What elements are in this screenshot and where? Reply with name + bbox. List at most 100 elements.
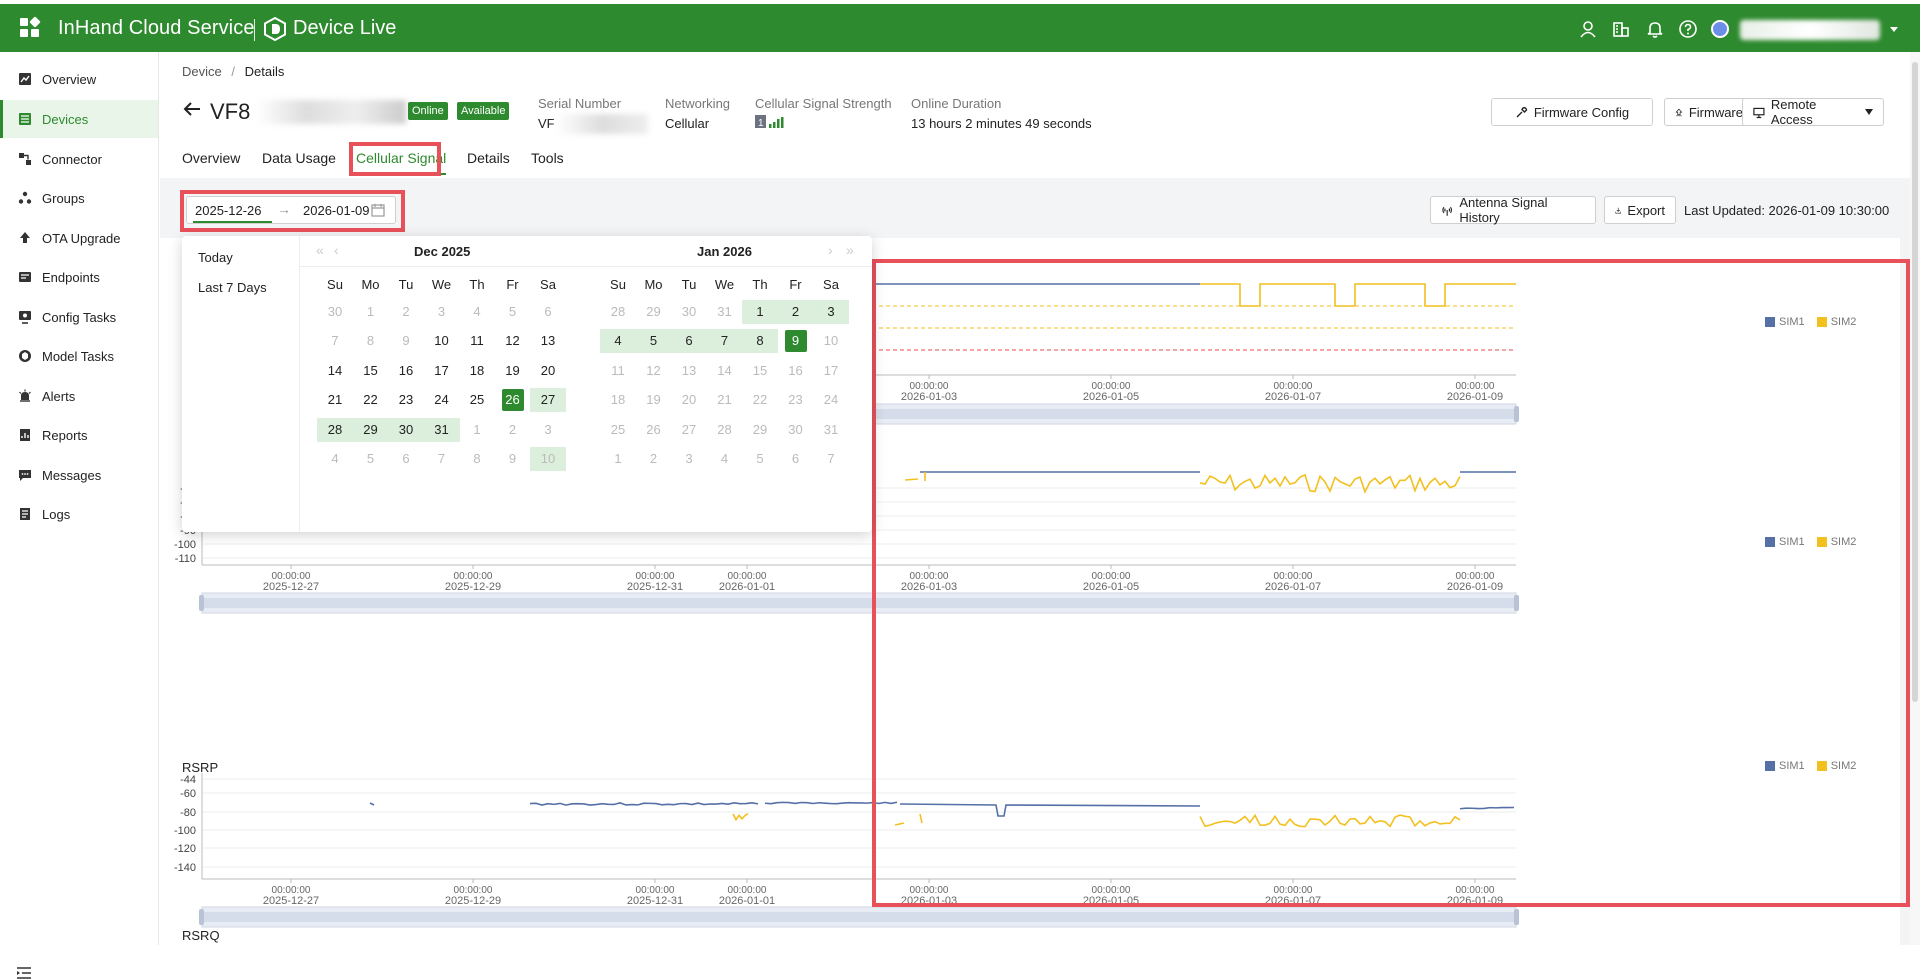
calendar-day[interactable]: 23: [778, 388, 814, 412]
app-grid-icon[interactable]: [20, 16, 41, 38]
calendar-day[interactable]: 5: [353, 447, 389, 471]
calendar-day[interactable]: 30: [671, 300, 707, 324]
calendar-day[interactable]: 29: [636, 300, 672, 324]
legend-sim2[interactable]: SIM2: [1831, 316, 1857, 328]
calendar-day[interactable]: 28: [707, 418, 743, 442]
calendar-day[interactable]: 8: [353, 329, 389, 353]
calendar-day[interactable]: 11: [459, 329, 495, 353]
firmware-button[interactable]: Firmware: [1664, 98, 1754, 126]
calendar-day[interactable]: 20: [530, 359, 566, 383]
sidebar-item-logs[interactable]: Logs: [0, 495, 158, 533]
calendar-day[interactable]: 8: [742, 329, 778, 354]
sidebar-item-overview[interactable]: Overview: [0, 60, 158, 98]
calendar-day[interactable]: 10: [813, 329, 849, 353]
avatar[interactable]: [1711, 20, 1729, 38]
calendar-day[interactable]: 21: [317, 388, 353, 412]
calendar-day[interactable]: 13: [530, 329, 566, 353]
calendar-day[interactable]: 14: [707, 359, 743, 383]
calendar-day[interactable]: 30: [388, 417, 424, 442]
calendar-day[interactable]: 27: [530, 388, 566, 413]
start-date-input[interactable]: 2025-12-26: [193, 203, 271, 223]
calendar-day[interactable]: 4: [317, 447, 353, 471]
tab-overview[interactable]: Overview: [182, 150, 240, 166]
remote-access-dropdown[interactable]: Remote Access: [1742, 97, 1884, 127]
calendar-day[interactable]: 10: [424, 329, 460, 353]
calendar-day[interactable]: 24: [813, 388, 849, 412]
calendar-day[interactable]: 28: [317, 417, 353, 442]
collapse-menu-icon[interactable]: [16, 966, 32, 980]
calendar-day[interactable]: 4: [459, 300, 495, 324]
calendar-day[interactable]: 12: [636, 359, 672, 383]
user-name-redacted[interactable]: [1740, 20, 1880, 40]
calendar-day[interactable]: 18: [600, 388, 636, 412]
calendar-day[interactable]: 3: [530, 418, 566, 442]
calendar-day[interactable]: 2: [636, 447, 672, 471]
calendar-day[interactable]: 3: [813, 300, 849, 324]
sidebar-item-config-tasks[interactable]: Config Tasks: [0, 298, 158, 336]
next-year-icon[interactable]: »: [846, 242, 854, 258]
calendar-day[interactable]: 19: [495, 359, 531, 383]
calendar-day[interactable]: 18: [459, 359, 495, 383]
legend-sim1[interactable]: SIM1: [1779, 536, 1805, 548]
calendar-day[interactable]: 28: [600, 300, 636, 324]
calendar-day[interactable]: 31: [707, 300, 743, 324]
calendar-day[interactable]: 30: [317, 300, 353, 324]
calendar-day[interactable]: 15: [353, 359, 389, 383]
date-range-picker[interactable]: 2025-12-26 → 2026-01-09: [186, 196, 396, 224]
tab-data-usage[interactable]: Data Usage: [262, 150, 336, 166]
next-month-icon[interactable]: ›: [828, 242, 833, 258]
calendar-day[interactable]: 22: [742, 388, 778, 412]
calendar-day[interactable]: 15: [742, 359, 778, 383]
calendar-day[interactable]: 7: [706, 329, 743, 354]
calendar-day[interactable]: 9: [495, 447, 531, 471]
calendar-day[interactable]: 12: [495, 329, 531, 353]
tab-tools[interactable]: Tools: [531, 150, 564, 166]
prev-year-icon[interactable]: «: [316, 242, 324, 258]
page-scrollbar[interactable]: [1910, 52, 1920, 945]
calendar-day[interactable]: 7: [813, 447, 849, 471]
calendar-day[interactable]: 10: [530, 447, 566, 471]
calendar-day[interactable]: 1: [600, 447, 636, 471]
calendar-day[interactable]: 29: [352, 417, 389, 442]
calendar-day[interactable]: 5: [742, 447, 778, 471]
calendar-day[interactable]: 11: [600, 359, 636, 383]
calendar-day[interactable]: 5: [635, 329, 672, 354]
tab-details[interactable]: Details: [467, 150, 510, 166]
calendar-day[interactable]: 2: [495, 418, 531, 442]
calendar-day[interactable]: 6: [388, 447, 424, 471]
calendar-day[interactable]: 7: [424, 447, 460, 471]
calendar-day[interactable]: 9: [388, 329, 424, 353]
preset-last-7-days[interactable]: Last 7 Days: [198, 280, 267, 295]
sidebar-item-alerts[interactable]: Alerts: [0, 377, 158, 415]
calendar-day[interactable]: 13: [671, 359, 707, 383]
calendar-day[interactable]: 22: [353, 388, 389, 412]
preset-today[interactable]: Today: [198, 250, 233, 265]
back-arrow-icon[interactable]: [182, 100, 202, 118]
calendar-day[interactable]: 7: [317, 329, 353, 353]
help-icon[interactable]: [1678, 19, 1698, 39]
calendar-day[interactable]: 26: [636, 418, 672, 442]
sidebar-item-reports[interactable]: Reports: [0, 416, 158, 454]
calendar-day[interactable]: 17: [813, 359, 849, 383]
calendar-day[interactable]: 31: [423, 417, 460, 442]
calendar-day[interactable]: 1: [353, 300, 389, 324]
calendar-day[interactable]: 2: [388, 300, 424, 324]
calendar-day[interactable]: 23: [388, 388, 424, 412]
calendar-day[interactable]: 26: [495, 388, 531, 412]
tab-cellular-signal[interactable]: Cellular Signal: [356, 150, 447, 175]
calendar-day[interactable]: 4: [707, 447, 743, 471]
calendar-day[interactable]: 6: [671, 329, 707, 354]
chevron-down-icon[interactable]: [1890, 27, 1898, 32]
legend-sim1[interactable]: SIM1: [1779, 316, 1805, 328]
organization-icon[interactable]: [1611, 19, 1631, 39]
calendar-day[interactable]: 2: [777, 300, 814, 324]
calendar-day[interactable]: 31: [813, 418, 849, 442]
calendar-day[interactable]: 29: [742, 418, 778, 442]
sidebar-item-devices[interactable]: Devices: [0, 100, 158, 138]
sidebar-item-endpoints[interactable]: Endpoints: [0, 258, 158, 296]
export-button[interactable]: Export: [1604, 196, 1676, 224]
brand-name[interactable]: InHand Cloud Service: [58, 17, 255, 40]
calendar-day[interactable]: 16: [778, 359, 814, 383]
scrollbar-thumb[interactable]: [1912, 62, 1918, 702]
calendar-day[interactable]: 9: [778, 329, 814, 353]
